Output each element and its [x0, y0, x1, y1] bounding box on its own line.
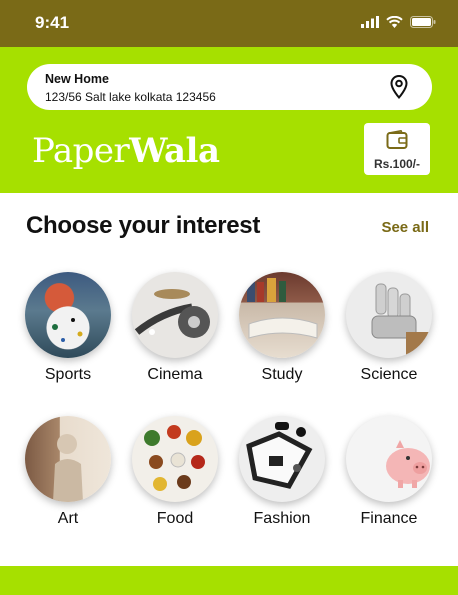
fashion-image — [239, 416, 325, 502]
interest-label: Study — [261, 366, 303, 383]
interest-label: Cinema — [147, 366, 203, 383]
interest-label: Sports — [44, 366, 92, 383]
cinema-image — [132, 272, 218, 358]
wallet-amount: Rs.100/- — [373, 157, 421, 171]
status-time: 9:41 — [35, 13, 70, 32]
interest-food[interactable]: Food — [125, 416, 225, 528]
delivery-address[interactable]: New Home 123/56 Salt lake kolkata 123456 — [27, 64, 432, 110]
footer-bar — [0, 566, 458, 595]
location-pin-icon[interactable] — [390, 75, 408, 99]
brand-part2: Wala — [129, 131, 220, 171]
interest-label: Science — [360, 366, 418, 383]
science-image — [346, 272, 432, 358]
interest-label: Fashion — [253, 510, 311, 527]
interest-cinema[interactable]: Cinema — [125, 272, 225, 384]
header: New Home 123/56 Salt lake kolkata 123456… — [0, 47, 458, 193]
interest-science[interactable]: Science — [339, 272, 439, 384]
study-image — [239, 272, 325, 358]
interest-label: Finance — [360, 510, 418, 527]
interest-art[interactable]: Art — [18, 416, 118, 528]
wallet-button[interactable]: Rs.100/- — [364, 123, 430, 175]
address-title: New Home — [45, 72, 109, 86]
address-line: 123/56 Salt lake kolkata 123456 — [45, 90, 216, 104]
interest-finance[interactable]: Finance — [339, 416, 439, 528]
interest-study[interactable]: Study — [232, 272, 332, 384]
interest-fashion[interactable]: Fashion — [232, 416, 332, 528]
signal-icon — [361, 16, 379, 28]
interest-sports[interactable]: Sports — [18, 272, 118, 384]
wallet-icon — [386, 130, 408, 149]
status-icons — [361, 16, 436, 28]
food-image — [132, 416, 218, 502]
battery-icon — [410, 16, 436, 28]
wifi-icon — [386, 16, 403, 28]
interest-label: Food — [156, 510, 194, 527]
section-title: Choose your interest — [26, 212, 261, 239]
sports-image — [25, 272, 111, 358]
see-all-link[interactable]: See all — [381, 219, 429, 236]
finance-image — [346, 416, 432, 502]
interest-label: Art — [57, 510, 79, 527]
brand-logo: PaperWala — [32, 131, 220, 171]
art-image — [25, 416, 111, 502]
status-bar: 9:41 — [0, 0, 458, 47]
brand-part1: Paper — [32, 131, 130, 171]
